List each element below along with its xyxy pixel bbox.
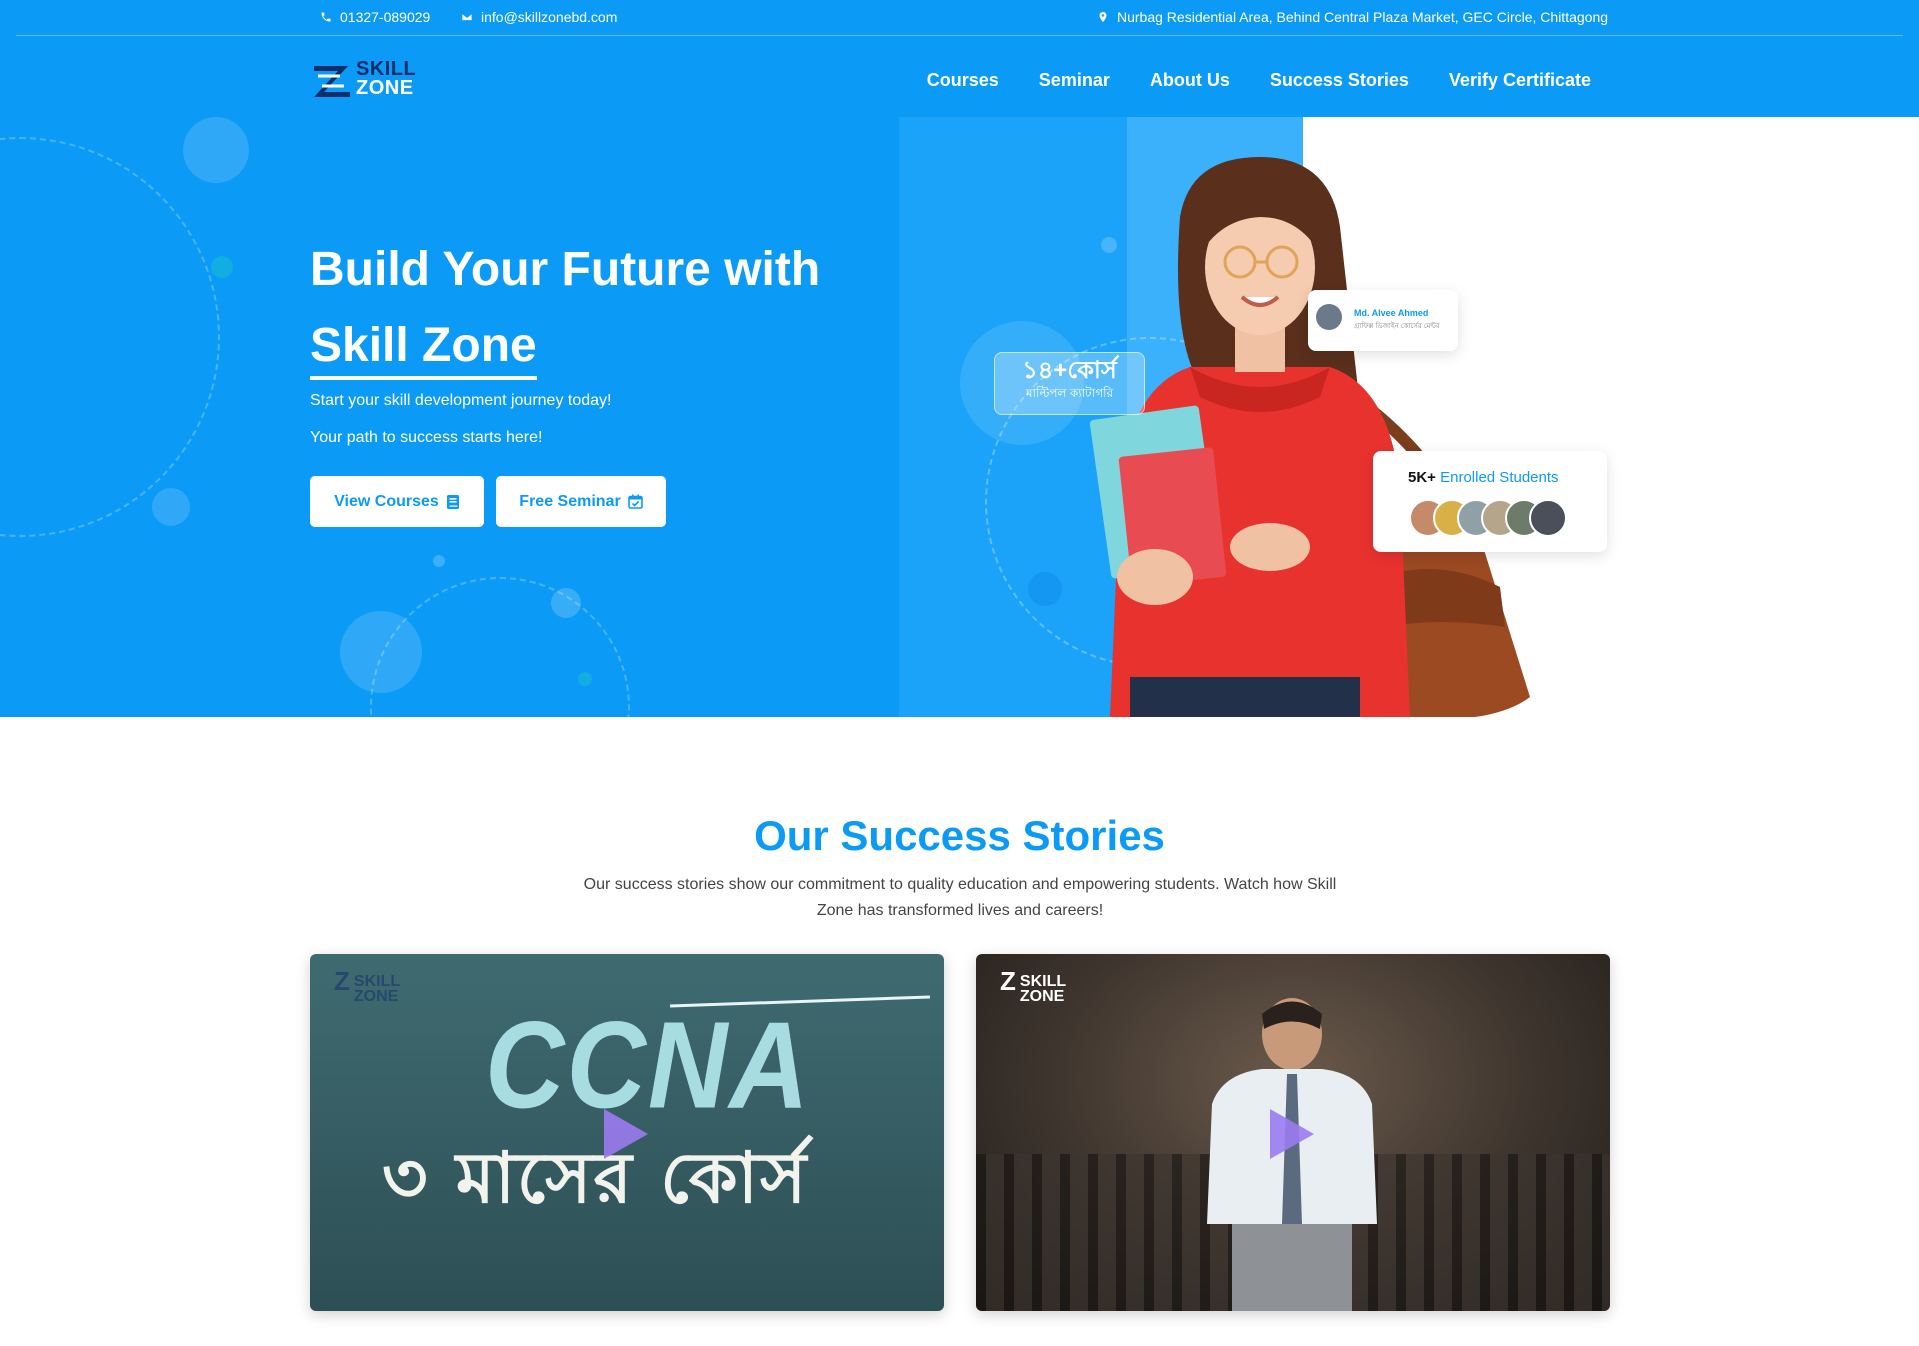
deco-dot <box>578 672 592 686</box>
view-courses-button[interactable]: View Courses <box>310 476 484 527</box>
nav-verify-certificate[interactable]: Verify Certificate <box>1449 70 1591 91</box>
deco-dot <box>433 555 445 567</box>
enrolled-students-card: 5K+ Enrolled Students <box>1373 451 1607 552</box>
play-icon[interactable] <box>604 1109 648 1159</box>
skill-zone-logo-icon: Z <box>1000 966 1016 996</box>
instructor-avatar <box>1316 304 1342 330</box>
topbar-email[interactable]: info@skillzonebd.com <box>461 9 617 25</box>
deco-circle <box>551 588 581 618</box>
students-count: 5K+ <box>1408 469 1436 486</box>
deco-dot <box>211 256 233 278</box>
courses-count-value: ১৪+কোর্স <box>1022 357 1117 384</box>
courses-count-badge: ১৪+কোর্স মাল্টিপল ক্যাটাগরি <box>994 352 1145 415</box>
instructor-description: গ্রাফিক্স ডিজাইন কোর্সের মেন্টর <box>1354 323 1440 330</box>
deco-circle <box>183 117 249 183</box>
video-logo: Z SKILL ZONE <box>1000 966 1066 1005</box>
student-avatars <box>1409 499 1567 537</box>
hero-title-line-1: Build Your Future with <box>310 243 821 296</box>
nav-about-us[interactable]: About Us <box>1150 70 1230 91</box>
phone-icon <box>321 12 331 22</box>
address-text: Nurbag Residential Area, Behind Central … <box>1117 9 1609 25</box>
video-logo: Z SKILL ZONE <box>334 966 400 1005</box>
skill-zone-logo-icon <box>314 66 350 97</box>
deco-circle <box>340 611 422 693</box>
map-pin-icon <box>1099 12 1107 22</box>
students-label: Enrolled Students <box>1440 469 1559 486</box>
hero-section: Build Your Future with Skill Zone Start … <box>0 117 1919 717</box>
main-header: SKILL ZONE Courses Seminar About Us Succ… <box>0 36 1919 117</box>
free-seminar-button[interactable]: Free Seminar <box>496 476 666 527</box>
top-info-bar: 01327-089029 info@skillzonebd.com Nurbag… <box>0 0 1919 36</box>
enrolled-students-title: 5K+ Enrolled Students <box>1408 469 1559 486</box>
hero-subtitle-1: Start your skill development journey tod… <box>310 392 612 409</box>
video-card-ccna[interactable]: Z SKILL ZONE CCNA ৩ মাসের কোর্স <box>310 954 944 1311</box>
hero-title: Build Your Future with Skill Zone <box>310 232 870 384</box>
hero-subtitle-2: Your path to success starts here! <box>310 429 543 446</box>
site-logo[interactable]: SKILL ZONE <box>310 59 434 102</box>
main-nav: Courses Seminar About Us Success Stories… <box>927 70 1591 91</box>
deco-dashed-ring <box>0 137 220 537</box>
phone-number: 01327-089029 <box>340 9 431 25</box>
deco-circle <box>1028 572 1062 606</box>
nav-success-stories[interactable]: Success Stories <box>1270 70 1409 91</box>
instructor-name: Md. Alvee Ahmed <box>1354 308 1429 318</box>
success-stories-description: Our success stories show our commitment … <box>583 876 1337 919</box>
video-card-seminar[interactable]: Z SKILL ZONE <box>976 954 1610 1311</box>
nav-courses[interactable]: Courses <box>927 70 999 91</box>
book-icon <box>446 494 459 509</box>
play-icon[interactable] <box>1270 1109 1314 1159</box>
email-address: info@skillzonebd.com <box>481 9 618 25</box>
student-illustration <box>1089 157 1530 717</box>
logo-line-2: ZONE <box>356 77 414 99</box>
video-logo-line-2: ZONE <box>1019 988 1065 1005</box>
calendar-check-icon <box>627 494 643 509</box>
view-courses-label: View Courses <box>334 492 439 510</box>
free-seminar-label: Free Seminar <box>519 492 621 510</box>
success-stories-title: Our Success Stories <box>754 812 1165 859</box>
skill-zone-logo-icon: Z <box>334 966 350 996</box>
instructor-card: Md. Alvee Ahmed গ্রাফিক্স ডিজাইন কোর্সের… <box>1308 290 1458 351</box>
deco-circle <box>152 488 190 526</box>
video-logo-line-2: ZONE <box>353 988 399 1005</box>
topbar-phone[interactable]: 01327-089029 <box>320 9 430 25</box>
nav-seminar[interactable]: Seminar <box>1039 70 1110 91</box>
video-subheading: ৩ মাসের কোর্স <box>382 1137 809 1219</box>
hero-title-brand: Skill Zone <box>310 316 537 380</box>
logo-wordmark: SKILL ZONE <box>356 59 416 99</box>
topbar-address: Nurbag Residential Area, Behind Central … <box>1097 9 1608 25</box>
courses-count-label: মাল্টিপল ক্যাটাগরি <box>1025 386 1114 400</box>
avatar <box>1529 499 1567 537</box>
envelope-icon <box>461 13 473 21</box>
